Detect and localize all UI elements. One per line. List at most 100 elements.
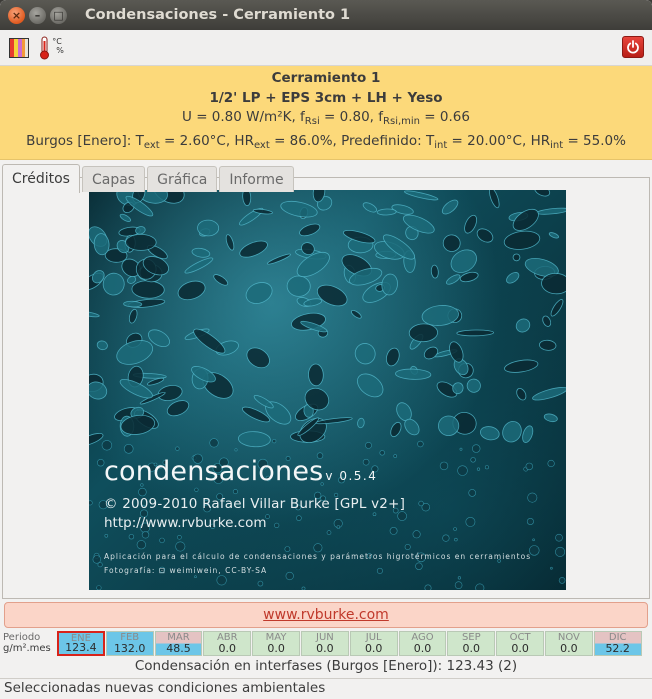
- water-droplet: [457, 465, 468, 476]
- month-value: 0.0: [267, 642, 285, 655]
- month-cell-nov[interactable]: NOV 0.0: [545, 631, 593, 656]
- water-droplet: [442, 534, 450, 542]
- tab-creditos[interactable]: Créditos: [2, 164, 80, 193]
- water-drop: [119, 213, 132, 222]
- month-cell-mar[interactable]: MAR 48.5: [154, 631, 203, 656]
- monthly-condensation-strip: Periodo g/m².mes ENE 123.4 FEB 132.0 MAR 48.5…: [0, 630, 652, 656]
- water-drop: [286, 275, 311, 297]
- water-drop: [225, 234, 235, 251]
- water-droplet: [525, 462, 533, 471]
- water-drop: [456, 329, 494, 337]
- layers-button[interactable]: [6, 35, 32, 61]
- water-droplet: [97, 562, 103, 568]
- water-drop: [128, 308, 138, 324]
- water-drop: [539, 339, 557, 351]
- water-droplet: [454, 537, 458, 542]
- tab-bar: Créditos Capas Gráfica Informe: [0, 160, 652, 193]
- close-window-button[interactable]: ×: [8, 6, 25, 24]
- tab-capas[interactable]: Capas: [81, 166, 146, 192]
- month-cell-feb[interactable]: FEB 132.0: [105, 631, 154, 656]
- minimize-window-button[interactable]: –: [29, 6, 46, 24]
- maximize-window-button[interactable]: □: [50, 6, 67, 24]
- water-droplet: [326, 530, 332, 535]
- water-drop: [515, 318, 531, 333]
- water-droplet: [296, 515, 302, 521]
- enclosure-parameters: U = 0.80 W/m²K, fRsi = 0.80, fRsi,min = …: [182, 109, 470, 127]
- water-droplet: [424, 584, 432, 590]
- water-droplet: [313, 543, 323, 553]
- water-drop: [536, 207, 566, 215]
- water-drop: [246, 347, 270, 369]
- splash-app-name: condensaciones v 0.5.4: [104, 456, 378, 487]
- window-title: Condensaciones - Cerramiento 1: [85, 7, 351, 23]
- website-link[interactable]: www.rvburke.com: [263, 607, 389, 623]
- water-drop: [238, 431, 271, 448]
- climate-button[interactable]: °C %: [38, 35, 64, 61]
- water-droplet: [454, 581, 463, 590]
- water-droplet: [527, 492, 538, 503]
- water-droplet: [404, 543, 411, 550]
- enclosure-composition: 1/2' LP + EPS 3cm + LH + Yeso: [209, 89, 443, 106]
- water-drop: [357, 417, 365, 429]
- water-drop: [245, 282, 273, 304]
- month-cell-oct[interactable]: OCT 0.0: [496, 631, 544, 656]
- month-cell-dic[interactable]: DIC 52.2: [593, 631, 642, 656]
- water-droplet: [141, 531, 150, 539]
- month-cell-jun[interactable]: JUN 0.0: [301, 631, 349, 656]
- water-droplet: [389, 526, 398, 535]
- water-droplet: [216, 575, 227, 586]
- water-droplet: [415, 562, 423, 570]
- water-drop: [516, 387, 527, 401]
- main-window: × – □ Condensaciones - Cerramiento 1 °C: [0, 0, 652, 699]
- water-droplet: [484, 465, 489, 470]
- water-drop: [191, 247, 211, 258]
- power-icon: [627, 40, 639, 54]
- period-unit: g/m².mes: [3, 643, 51, 654]
- water-droplet: [532, 538, 535, 542]
- splash-version: v 0.5.4: [325, 469, 378, 483]
- credits-pane: condensaciones v 0.5.4 © 2009-2010 Rafael…: [2, 177, 650, 599]
- month-cell-jul[interactable]: JUL 0.0: [349, 631, 398, 656]
- splash-url: http://www.rvburke.com: [104, 515, 267, 531]
- month-value: 0.0: [462, 642, 481, 655]
- month-cell-sep[interactable]: SEP 0.0: [447, 631, 496, 656]
- month-value: 0.0: [413, 642, 432, 655]
- water-droplet: [123, 443, 134, 454]
- water-drop: [550, 299, 564, 317]
- water-drop: [534, 190, 551, 197]
- water-droplet: [89, 500, 93, 506]
- month-cell-may[interactable]: MAY 0.0: [252, 631, 300, 656]
- water-drop: [239, 240, 268, 258]
- water-drop: [446, 274, 461, 285]
- water-drop: [242, 190, 252, 207]
- water-droplet: [128, 534, 135, 540]
- water-drop: [479, 426, 500, 441]
- water-drop: [376, 208, 397, 216]
- quit-button[interactable]: [622, 36, 644, 58]
- month-cell-abr[interactable]: ABR 0.0: [203, 631, 252, 656]
- month-value: 0.0: [316, 642, 334, 655]
- status-bar: Seleccionadas nuevas condiciones ambient…: [0, 678, 652, 699]
- enclosure-name: Cerramiento 1: [271, 70, 381, 86]
- water-drop: [441, 199, 459, 215]
- month-cell-ago[interactable]: AGO 0.0: [398, 631, 447, 656]
- water-droplet: [257, 580, 264, 587]
- water-drop: [423, 346, 439, 360]
- water-droplet: [418, 500, 424, 507]
- water-drop: [542, 315, 552, 327]
- water-drop: [280, 200, 318, 218]
- water-drop: [404, 190, 439, 201]
- water-droplet: [550, 566, 553, 570]
- month-value: 0.0: [560, 642, 578, 655]
- maximize-icon: □: [53, 8, 64, 22]
- water-droplet: [301, 586, 306, 590]
- month-cell-ene[interactable]: ENE 123.4: [57, 631, 105, 656]
- water-droplet: [526, 517, 534, 525]
- water-drop: [430, 264, 439, 279]
- month-value: 0.0: [364, 642, 383, 655]
- month-value: 0.0: [218, 642, 237, 655]
- water-drop: [308, 363, 324, 387]
- tab-grafica[interactable]: Gráfica: [147, 166, 218, 192]
- splash-description: Aplicación para el cálculo de condensaci…: [104, 552, 532, 561]
- tab-informe[interactable]: Informe: [219, 166, 294, 192]
